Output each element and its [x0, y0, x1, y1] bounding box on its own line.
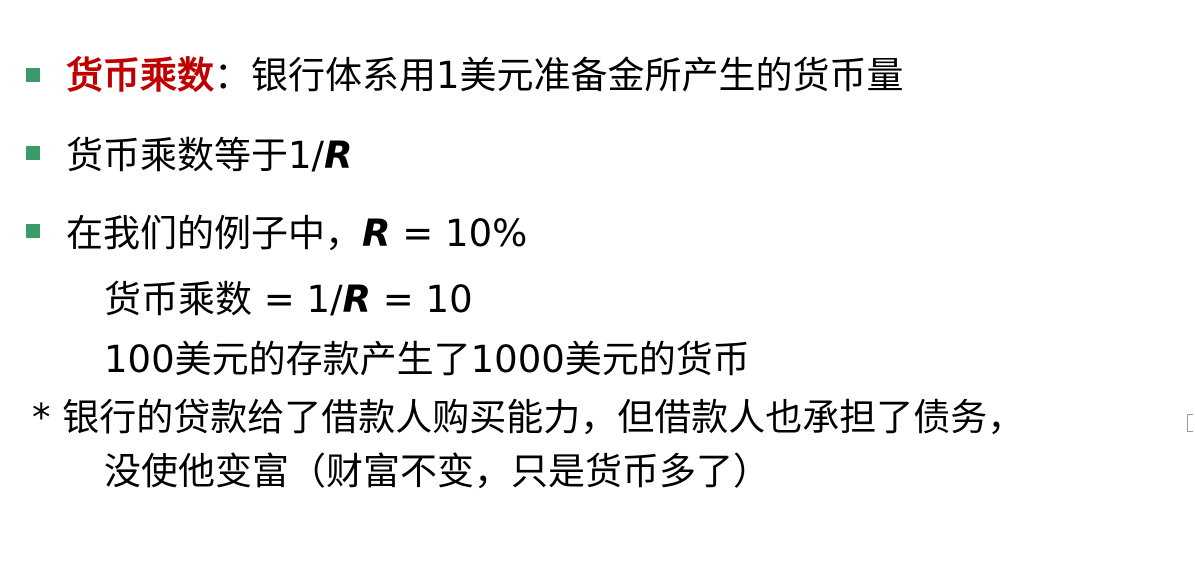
clipped-edge-mark [1187, 414, 1193, 432]
note-line-2: 没使他变富（财富不变，只是货币多了） [104, 450, 770, 494]
bullet-square-icon [26, 68, 40, 82]
bullet-square-icon [26, 224, 40, 238]
term-money-multiplier: 货币乘数 [66, 54, 214, 97]
definition-text: 银行体系用1美元准备金所产生的货币量 [251, 54, 904, 97]
sub-text-b: = 10 [371, 278, 473, 321]
deposit-result-text: 100美元的存款产生了1000美元的货币 [104, 338, 750, 381]
formula-text: 货币乘数等于1/ [66, 134, 325, 177]
slide: 货币乘数：银行体系用1美元准备金所产生的货币量 货币乘数等于1/R 在我们的例子… [0, 0, 1195, 581]
variable-r: R [362, 212, 391, 255]
bullet-item-multiplier-formula: 货币乘数等于1/R [66, 134, 353, 178]
bullet-item-money-multiplier-definition: 货币乘数：银行体系用1美元准备金所产生的货币量 [66, 54, 904, 98]
sub-line-multiplier-value: 货币乘数 = 1/R = 10 [104, 278, 473, 322]
example-value: = 10% [390, 212, 528, 255]
example-text: 在我们的例子中， [66, 212, 362, 255]
sub-line-deposit-result: 100美元的存款产生了1000美元的货币 [104, 338, 750, 382]
bullet-item-example: 在我们的例子中，R = 10% [66, 212, 527, 256]
sub-text-a: 货币乘数 = 1/ [104, 278, 343, 321]
note-text-1: * 银行的贷款给了借款人购买能力，但借款人也承担了债务， [32, 396, 1025, 439]
variable-r: R [342, 278, 372, 321]
term-colon: ： [214, 54, 251, 97]
variable-r: R [324, 134, 353, 177]
bullet-square-icon [26, 146, 40, 160]
note-line-1: * 银行的贷款给了借款人购买能力，但借款人也承担了债务， [32, 396, 1024, 440]
note-text-2: 没使他变富（财富不变，只是货币多了） [104, 450, 770, 493]
